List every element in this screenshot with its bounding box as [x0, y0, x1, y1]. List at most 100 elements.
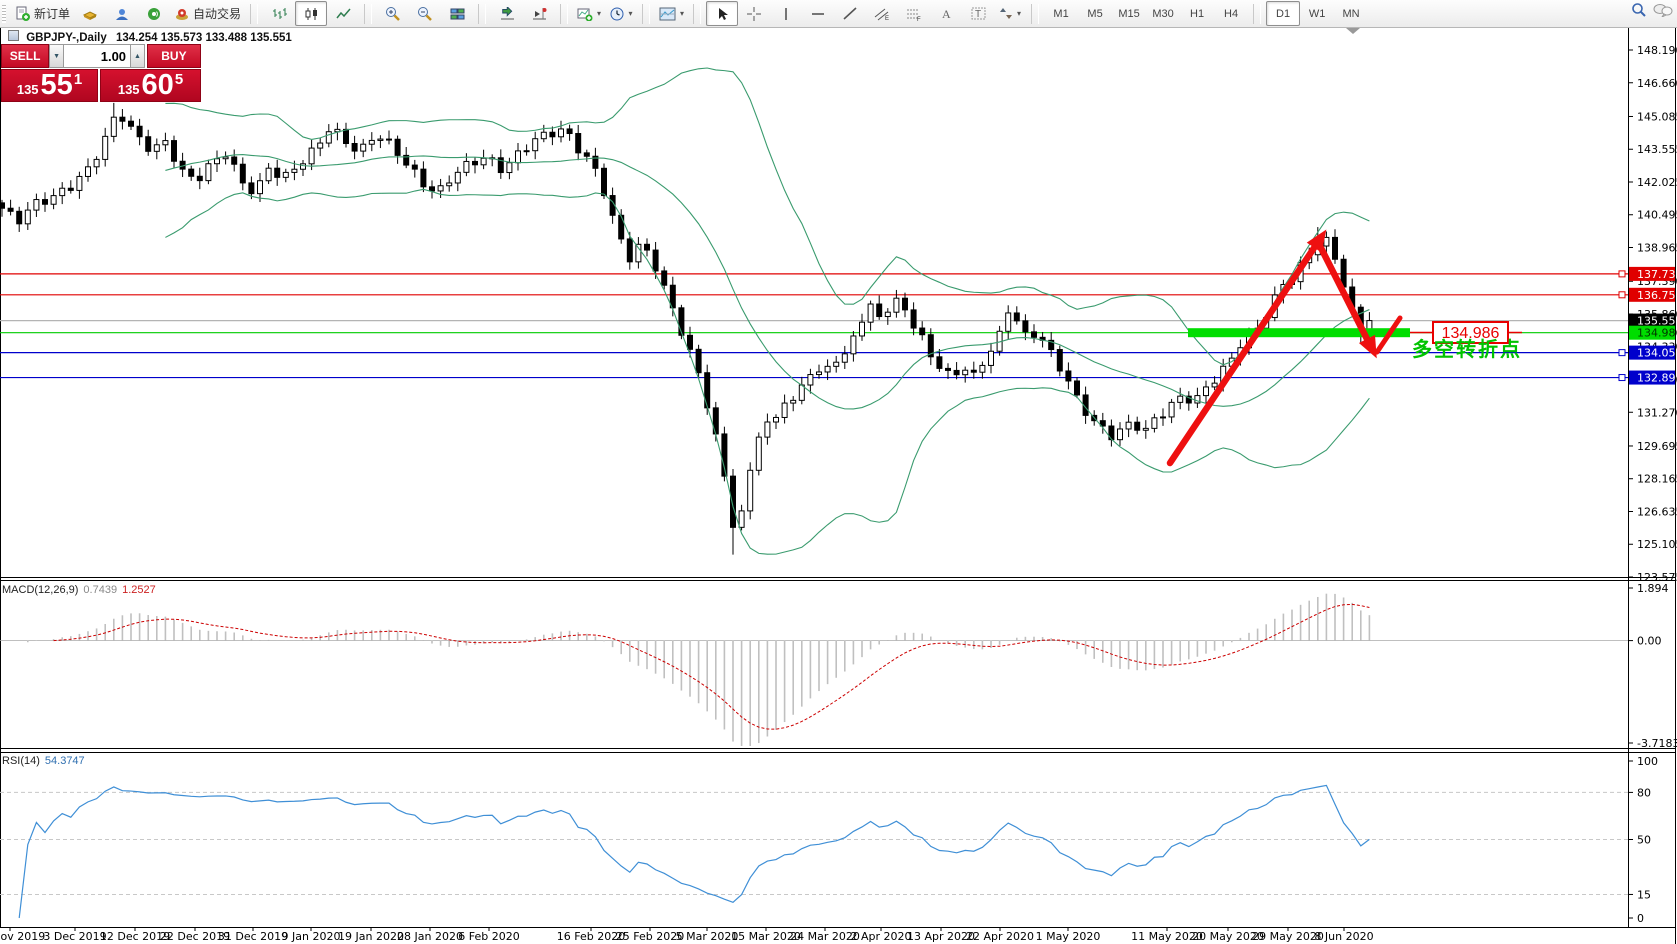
- arrows-button[interactable]: ▾: [994, 1, 1026, 26]
- timeframe-group: M1 M5 M15 M30 H1 H4: [1041, 1, 1251, 26]
- date-label: 31 Dec 2019: [218, 930, 288, 943]
- bar-chart-button[interactable]: [263, 1, 295, 26]
- date-label: 3 Dec 2019: [43, 930, 106, 943]
- chat-icon[interactable]: [1653, 3, 1673, 17]
- svg-text:-3.7183: -3.7183: [1637, 737, 1677, 750]
- candlestick-icon: [305, 7, 317, 20]
- trading-terminal-window: 新订单 自动交易 ▾ ▾ ▾ E F A T ▾ M1 M5 M15 M30 H…: [0, 0, 1677, 944]
- volume-input[interactable]: [64, 44, 131, 68]
- support-bar[interactable]: [1188, 328, 1410, 338]
- tile-windows-button[interactable]: [441, 1, 473, 26]
- date-label: 19 Jan 2020: [338, 930, 404, 943]
- clock-icon: [610, 7, 624, 20]
- volume-decrease-button[interactable]: ▼: [49, 44, 65, 68]
- toolbar-grip[interactable]: [2, 4, 6, 23]
- buy-price-button[interactable]: 135 60 5: [100, 69, 201, 102]
- svg-text:132.891: 132.891: [1637, 372, 1677, 385]
- timeframe-button-m1[interactable]: M1: [1044, 1, 1078, 26]
- zoom-out-button[interactable]: [409, 1, 441, 26]
- template-button[interactable]: ▾: [655, 1, 688, 26]
- macd-signal-value: 1.2527: [122, 584, 156, 596]
- toolbar-group-template: ▾: [652, 1, 691, 26]
- chart-symbol-period: GBPJPY-,Daily: [26, 32, 107, 44]
- text-button[interactable]: A: [930, 1, 962, 26]
- svg-text:15: 15: [1637, 888, 1651, 901]
- macd-label: MACD(12,26,9) 0.7439 1.2527: [2, 584, 156, 596]
- toolbar-separator: [250, 3, 259, 24]
- timeframe-button-m30[interactable]: M30: [1146, 1, 1180, 26]
- svg-text:129.695: 129.695: [1637, 440, 1677, 453]
- auto-scroll-button[interactable]: [491, 1, 523, 26]
- macd-hist-value: 0.7439: [83, 584, 118, 596]
- svg-text:A: A: [942, 7, 951, 20]
- signals-button[interactable]: [138, 1, 170, 26]
- cursor-button[interactable]: [706, 1, 739, 26]
- equidistant-channel-button[interactable]: E: [866, 1, 898, 26]
- horizontal-line-icon: [812, 12, 825, 15]
- chart-shift-icon: [532, 7, 547, 19]
- horizontal-line-button[interactable]: [802, 1, 834, 26]
- object-handle: [1618, 291, 1626, 299]
- svg-text:137.733: 137.733: [1637, 268, 1677, 281]
- template-icon: [659, 7, 676, 20]
- auto-trading-button[interactable]: 自动交易: [170, 1, 245, 26]
- sell-price-main: 55: [40, 69, 73, 101]
- chart-canvas[interactable]: 134.986 多空转折点 148.190 146.660 145.085 143.555…: [0, 0, 1677, 944]
- one-click-trading-panel: SELL ▼ ▲ BUY 135 55 1 135 60 5: [1, 44, 201, 102]
- new-order-button[interactable]: 新订单: [11, 1, 74, 26]
- svg-text:142.025: 142.025: [1637, 176, 1677, 189]
- dropdown-caret: ▾: [597, 9, 602, 18]
- add-indicator-button[interactable]: ▾: [573, 1, 605, 26]
- date-label: 13 Apr 2020: [907, 930, 975, 943]
- toolbar-separator: [560, 3, 569, 24]
- toolbar-right: [1631, 2, 1673, 18]
- chart-shift-button[interactable]: [523, 1, 555, 26]
- vertical-line-button[interactable]: [770, 1, 802, 26]
- gold-box-icon: [82, 10, 98, 20]
- toolbar-separator: [1031, 3, 1040, 24]
- svg-text:F: F: [917, 17, 921, 21]
- crosshair-button[interactable]: [738, 1, 770, 26]
- chart-title: GBPJPY-,Daily 134.254 135.573 133.488 13…: [8, 30, 292, 44]
- line-chart-button[interactable]: [327, 1, 359, 26]
- svg-text:100: 100: [1637, 755, 1658, 768]
- auto-trading-label: 自动交易: [193, 7, 242, 21]
- dropdown-caret: ▾: [628, 9, 633, 18]
- cursor-icon: [718, 7, 728, 20]
- timeframe-button-m5[interactable]: M5: [1078, 1, 1112, 26]
- crosshair-icon: [747, 6, 762, 21]
- turning-point-note[interactable]: 多空转折点: [1412, 337, 1522, 361]
- fibonacci-button[interactable]: F: [898, 1, 930, 26]
- search-icon[interactable]: [1631, 2, 1647, 18]
- market-depth-button[interactable]: [74, 1, 106, 26]
- volume-increase-button[interactable]: ▲: [130, 44, 145, 68]
- date-label: 22 Nov 2019: [0, 930, 45, 943]
- sell-button[interactable]: SELL: [1, 44, 50, 68]
- chart-ohlc-values: 134.254 135.573 133.488 135.551: [115, 32, 292, 44]
- timeframe-button-h4[interactable]: H4: [1214, 1, 1248, 26]
- sell-price-button[interactable]: 135 55 1: [1, 69, 99, 102]
- auto-trading-icon: [176, 8, 189, 20]
- dropdown-caret: ▾: [680, 9, 685, 18]
- zoom-in-button[interactable]: [377, 1, 409, 26]
- tile-windows-icon: [450, 8, 465, 19]
- periods-button[interactable]: ▾: [605, 1, 637, 26]
- text-label-button[interactable]: T: [962, 1, 994, 26]
- svg-text:0.00: 0.00: [1637, 635, 1662, 648]
- community-button[interactable]: [106, 1, 138, 26]
- timeframe-button-d1[interactable]: D1: [1266, 1, 1301, 26]
- timeframe-button-h1[interactable]: H1: [1180, 1, 1214, 26]
- candlestick-chart-button[interactable]: [295, 1, 328, 26]
- toolbar-separator: [364, 3, 373, 24]
- arrows-icon: [1000, 8, 1013, 19]
- timeframe-button-mn[interactable]: MN: [1334, 1, 1368, 26]
- toolbar-separator: [693, 3, 702, 24]
- buy-button[interactable]: BUY: [146, 44, 201, 68]
- date-axis[interactable]: 22 Nov 20193 Dec 201912 Dec 201922 Dec 2…: [0, 927, 1374, 943]
- svg-text:50: 50: [1637, 834, 1651, 847]
- buy-price-main: 60: [141, 69, 174, 101]
- object-handle: [1618, 349, 1626, 357]
- trendline-button[interactable]: [834, 1, 866, 26]
- timeframe-button-m15[interactable]: M15: [1112, 1, 1146, 26]
- timeframe-button-w1[interactable]: W1: [1300, 1, 1334, 26]
